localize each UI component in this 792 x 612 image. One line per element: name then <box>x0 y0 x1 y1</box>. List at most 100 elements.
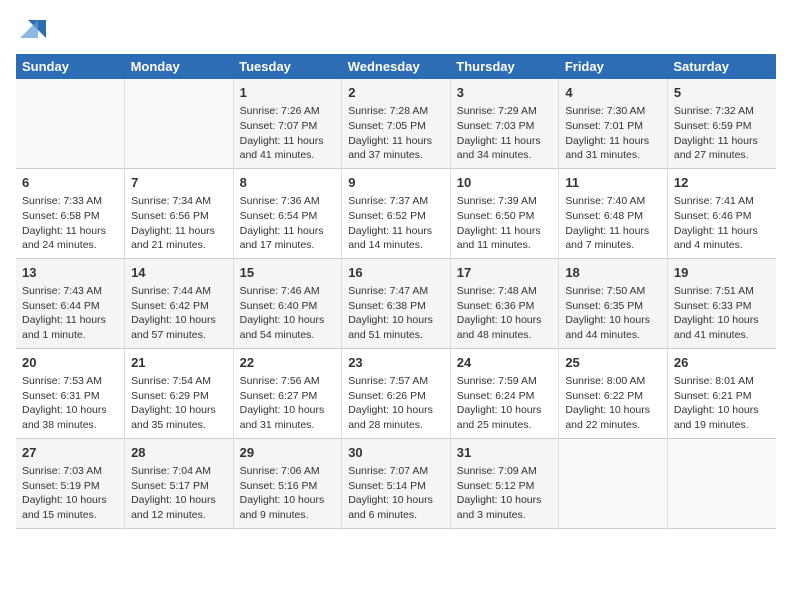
day-cell: 30 Sunrise: 7:07 AM Sunset: 5:14 PM Dayli… <box>342 438 451 528</box>
day-number: 16 <box>348 264 444 282</box>
day-info: Sunrise: 7:32 AM Sunset: 6:59 PM Dayligh… <box>674 104 770 163</box>
day-number: 14 <box>131 264 227 282</box>
day-cell: 7Sunrise: 7:34 AM Sunset: 6:56 PM Daylig… <box>125 168 234 258</box>
logo <box>16 16 48 44</box>
day-cell: 6 Sunrise: 7:33 AM Sunset: 6:58 PM Daylig… <box>16 168 125 258</box>
day-info: Sunrise: 7:48 AM Sunset: 6:36 PM Dayligh… <box>457 284 553 343</box>
day-cell: 15Sunrise: 7:46 AM Sunset: 6:40 PM Dayli… <box>233 258 342 348</box>
day-cell: 2 Sunrise: 7:28 AM Sunset: 7:05 PM Daylig… <box>342 79 451 168</box>
day-cell: 4 Sunrise: 7:30 AM Sunset: 7:01 PM Daylig… <box>559 79 668 168</box>
day-cell <box>667 438 776 528</box>
day-info: Sunrise: 7:56 AM Sunset: 6:27 PM Dayligh… <box>240 374 336 433</box>
day-cell: 29Sunrise: 7:06 AM Sunset: 5:16 PM Dayli… <box>233 438 342 528</box>
day-cell: 31Sunrise: 7:09 AM Sunset: 5:12 PM Dayli… <box>450 438 559 528</box>
day-cell: 28 Sunrise: 7:04 AM Sunset: 5:17 PM Dayli… <box>125 438 234 528</box>
column-header-tuesday: Tuesday <box>233 54 342 79</box>
day-info: Sunrise: 7:50 AM Sunset: 6:35 PM Dayligh… <box>565 284 661 343</box>
day-number: 1 <box>240 84 336 102</box>
day-info: Sunrise: 7:37 AM Sunset: 6:52 PM Dayligh… <box>348 194 444 253</box>
day-cell: 17Sunrise: 7:48 AM Sunset: 6:36 PM Dayli… <box>450 258 559 348</box>
calendar-body: 1 Sunrise: 7:26 AM Sunset: 7:07 PM Daylig… <box>16 79 776 528</box>
day-info: Sunrise: 7:30 AM Sunset: 7:01 PM Dayligh… <box>565 104 661 163</box>
day-info: Sunrise: 7:09 AM Sunset: 5:12 PM Dayligh… <box>457 464 553 523</box>
day-number: 30 <box>348 444 444 462</box>
day-info: Sunrise: 7:51 AM Sunset: 6:33 PM Dayligh… <box>674 284 770 343</box>
day-number: 8 <box>240 174 336 192</box>
day-info: Sunrise: 7:28 AM Sunset: 7:05 PM Dayligh… <box>348 104 444 163</box>
day-cell: 21 Sunrise: 7:54 AM Sunset: 6:29 PM Dayli… <box>125 348 234 438</box>
day-number: 25 <box>565 354 661 372</box>
day-number: 11 <box>565 174 661 192</box>
day-number: 28 <box>131 444 227 462</box>
week-row-2: 6 Sunrise: 7:33 AM Sunset: 6:58 PM Daylig… <box>16 168 776 258</box>
day-info: Sunrise: 7:39 AM Sunset: 6:50 PM Dayligh… <box>457 194 553 253</box>
day-cell: 23 Sunrise: 7:57 AM Sunset: 6:26 PM Dayli… <box>342 348 451 438</box>
logo-icon <box>18 16 48 44</box>
day-number: 22 <box>240 354 336 372</box>
week-row-5: 27Sunrise: 7:03 AM Sunset: 5:19 PM Dayli… <box>16 438 776 528</box>
day-cell: 14Sunrise: 7:44 AM Sunset: 6:42 PM Dayli… <box>125 258 234 348</box>
column-header-friday: Friday <box>559 54 668 79</box>
day-cell: 16 Sunrise: 7:47 AM Sunset: 6:38 PM Dayli… <box>342 258 451 348</box>
day-info: Sunrise: 7:07 AM Sunset: 5:14 PM Dayligh… <box>348 464 444 523</box>
day-cell: 11 Sunrise: 7:40 AM Sunset: 6:48 PM Dayli… <box>559 168 668 258</box>
header-row: SundayMondayTuesdayWednesdayThursdayFrid… <box>16 54 776 79</box>
day-cell <box>125 79 234 168</box>
day-cell <box>16 79 125 168</box>
day-info: Sunrise: 7:43 AM Sunset: 6:44 PM Dayligh… <box>22 284 118 343</box>
day-info: Sunrise: 7:04 AM Sunset: 5:17 PM Dayligh… <box>131 464 227 523</box>
day-cell: 9 Sunrise: 7:37 AM Sunset: 6:52 PM Daylig… <box>342 168 451 258</box>
page-header <box>16 16 776 44</box>
day-number: 7 <box>131 174 227 192</box>
day-number: 6 <box>22 174 118 192</box>
day-info: Sunrise: 7:33 AM Sunset: 6:58 PM Dayligh… <box>22 194 118 253</box>
day-info: Sunrise: 7:40 AM Sunset: 6:48 PM Dayligh… <box>565 194 661 253</box>
day-cell: 8 Sunrise: 7:36 AM Sunset: 6:54 PM Daylig… <box>233 168 342 258</box>
column-header-monday: Monday <box>125 54 234 79</box>
day-cell: 18Sunrise: 7:50 AM Sunset: 6:35 PM Dayli… <box>559 258 668 348</box>
day-info: Sunrise: 7:26 AM Sunset: 7:07 PM Dayligh… <box>240 104 336 163</box>
day-cell: 19 Sunrise: 7:51 AM Sunset: 6:33 PM Dayli… <box>667 258 776 348</box>
day-info: Sunrise: 7:54 AM Sunset: 6:29 PM Dayligh… <box>131 374 227 433</box>
day-number: 23 <box>348 354 444 372</box>
day-cell: 26 Sunrise: 8:01 AM Sunset: 6:21 PM Dayli… <box>667 348 776 438</box>
day-number: 9 <box>348 174 444 192</box>
day-number: 24 <box>457 354 553 372</box>
column-header-sunday: Sunday <box>16 54 125 79</box>
day-number: 15 <box>240 264 336 282</box>
day-info: Sunrise: 7:59 AM Sunset: 6:24 PM Dayligh… <box>457 374 553 433</box>
day-info: Sunrise: 7:06 AM Sunset: 5:16 PM Dayligh… <box>240 464 336 523</box>
day-info: Sunrise: 7:53 AM Sunset: 6:31 PM Dayligh… <box>22 374 118 433</box>
week-row-4: 20 Sunrise: 7:53 AM Sunset: 6:31 PM Dayli… <box>16 348 776 438</box>
day-info: Sunrise: 7:47 AM Sunset: 6:38 PM Dayligh… <box>348 284 444 343</box>
day-number: 5 <box>674 84 770 102</box>
day-number: 4 <box>565 84 661 102</box>
day-cell: 5 Sunrise: 7:32 AM Sunset: 6:59 PM Daylig… <box>667 79 776 168</box>
day-number: 19 <box>674 264 770 282</box>
day-cell: 27Sunrise: 7:03 AM Sunset: 5:19 PM Dayli… <box>16 438 125 528</box>
day-number: 3 <box>457 84 553 102</box>
day-cell <box>559 438 668 528</box>
column-header-wednesday: Wednesday <box>342 54 451 79</box>
day-number: 20 <box>22 354 118 372</box>
day-number: 21 <box>131 354 227 372</box>
day-cell: 10 Sunrise: 7:39 AM Sunset: 6:50 PM Dayli… <box>450 168 559 258</box>
day-cell: 20 Sunrise: 7:53 AM Sunset: 6:31 PM Dayli… <box>16 348 125 438</box>
day-number: 10 <box>457 174 553 192</box>
day-info: Sunrise: 8:01 AM Sunset: 6:21 PM Dayligh… <box>674 374 770 433</box>
day-cell: 1 Sunrise: 7:26 AM Sunset: 7:07 PM Daylig… <box>233 79 342 168</box>
day-info: Sunrise: 7:03 AM Sunset: 5:19 PM Dayligh… <box>22 464 118 523</box>
day-cell: 22 Sunrise: 7:56 AM Sunset: 6:27 PM Dayli… <box>233 348 342 438</box>
calendar-table: SundayMondayTuesdayWednesdayThursdayFrid… <box>16 54 776 529</box>
day-cell: 13 Sunrise: 7:43 AM Sunset: 6:44 PM Dayli… <box>16 258 125 348</box>
day-number: 26 <box>674 354 770 372</box>
day-cell: 24 Sunrise: 7:59 AM Sunset: 6:24 PM Dayli… <box>450 348 559 438</box>
day-number: 13 <box>22 264 118 282</box>
day-cell: 3 Sunrise: 7:29 AM Sunset: 7:03 PM Daylig… <box>450 79 559 168</box>
week-row-1: 1 Sunrise: 7:26 AM Sunset: 7:07 PM Daylig… <box>16 79 776 168</box>
day-info: Sunrise: 7:29 AM Sunset: 7:03 PM Dayligh… <box>457 104 553 163</box>
day-info: Sunrise: 7:57 AM Sunset: 6:26 PM Dayligh… <box>348 374 444 433</box>
day-number: 2 <box>348 84 444 102</box>
day-info: Sunrise: 7:36 AM Sunset: 6:54 PM Dayligh… <box>240 194 336 253</box>
calendar-header: SundayMondayTuesdayWednesdayThursdayFrid… <box>16 54 776 79</box>
